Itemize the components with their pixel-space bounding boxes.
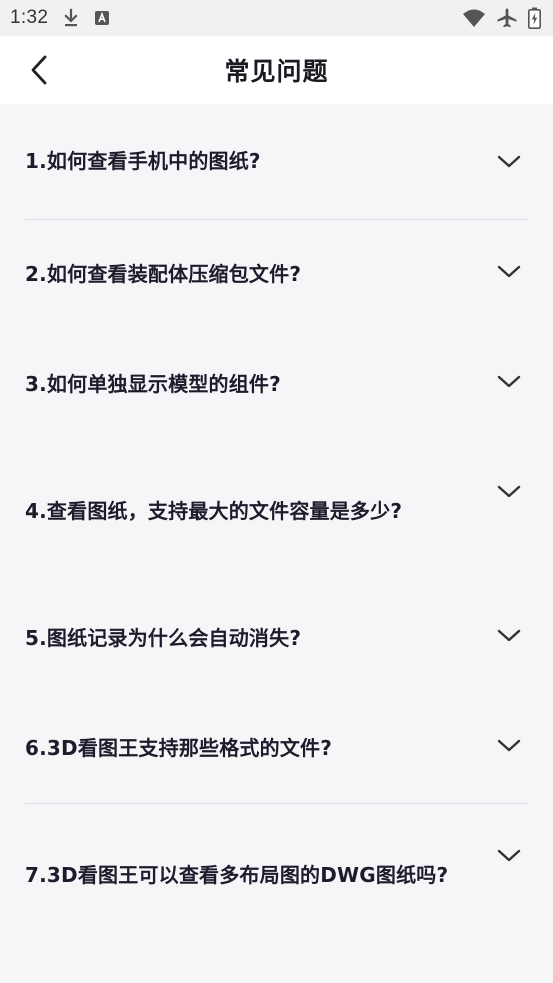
faq-item-5[interactable]: 5.图纸记录为什么会自动消失? — [25, 584, 528, 694]
faq-question: 6.3D看图王支持那些格式的文件? — [25, 736, 333, 760]
faq-item-1[interactable]: 1.如何查看手机中的图纸? — [25, 104, 528, 220]
chevron-down-icon[interactable] — [496, 843, 522, 869]
faq-item-6[interactable]: 6.3D看图王支持那些格式的文件? — [25, 694, 528, 804]
status-time: 1:32 — [10, 7, 49, 28]
airplane-icon — [496, 7, 518, 29]
page-title: 常见问题 — [224, 57, 329, 86]
download-icon — [62, 8, 80, 28]
faq-item-7[interactable]: 7.3D看图王可以查看多布局图的DWG图纸吗? — [25, 804, 528, 948]
chevron-down-icon[interactable] — [496, 259, 522, 285]
faq-question: 7.3D看图王可以查看多布局图的DWG图纸吗? — [25, 863, 449, 887]
faq-item-3[interactable]: 3.如何单独显示模型的组件? — [25, 330, 528, 440]
wifi-icon — [462, 8, 486, 28]
status-bar: 1:32 — [0, 0, 553, 36]
chevron-down-icon[interactable] — [496, 733, 522, 759]
chevron-down-icon[interactable] — [496, 623, 522, 649]
faq-question: 5.图纸记录为什么会自动消失? — [25, 626, 302, 650]
faq-question: 1.如何查看手机中的图纸? — [25, 149, 261, 173]
back-button[interactable] — [22, 50, 56, 90]
chevron-down-icon[interactable] — [496, 149, 522, 175]
status-right — [462, 7, 541, 29]
faq-question: 2.如何查看装配体压缩包文件? — [25, 262, 302, 286]
chevron-down-icon[interactable] — [496, 479, 522, 505]
chevron-left-icon — [31, 55, 47, 85]
chevron-down-icon[interactable] — [496, 369, 522, 395]
status-left: 1:32 — [10, 7, 110, 29]
battery-icon — [528, 7, 541, 29]
text-a-icon — [94, 10, 110, 26]
faq-question: 3.如何单独显示模型的组件? — [25, 372, 281, 396]
faq-list: 1.如何查看手机中的图纸? 2.如何查看装配体压缩包文件? 3.如何单独显示模型… — [0, 104, 553, 948]
faq-item-2[interactable]: 2.如何查看装配体压缩包文件? — [25, 220, 528, 330]
faq-item-4[interactable]: 4.查看图纸，支持最大的文件容量是多少? — [25, 440, 528, 584]
faq-question: 4.查看图纸，支持最大的文件容量是多少? — [25, 499, 403, 523]
app-header: 常见问题 — [0, 36, 553, 104]
